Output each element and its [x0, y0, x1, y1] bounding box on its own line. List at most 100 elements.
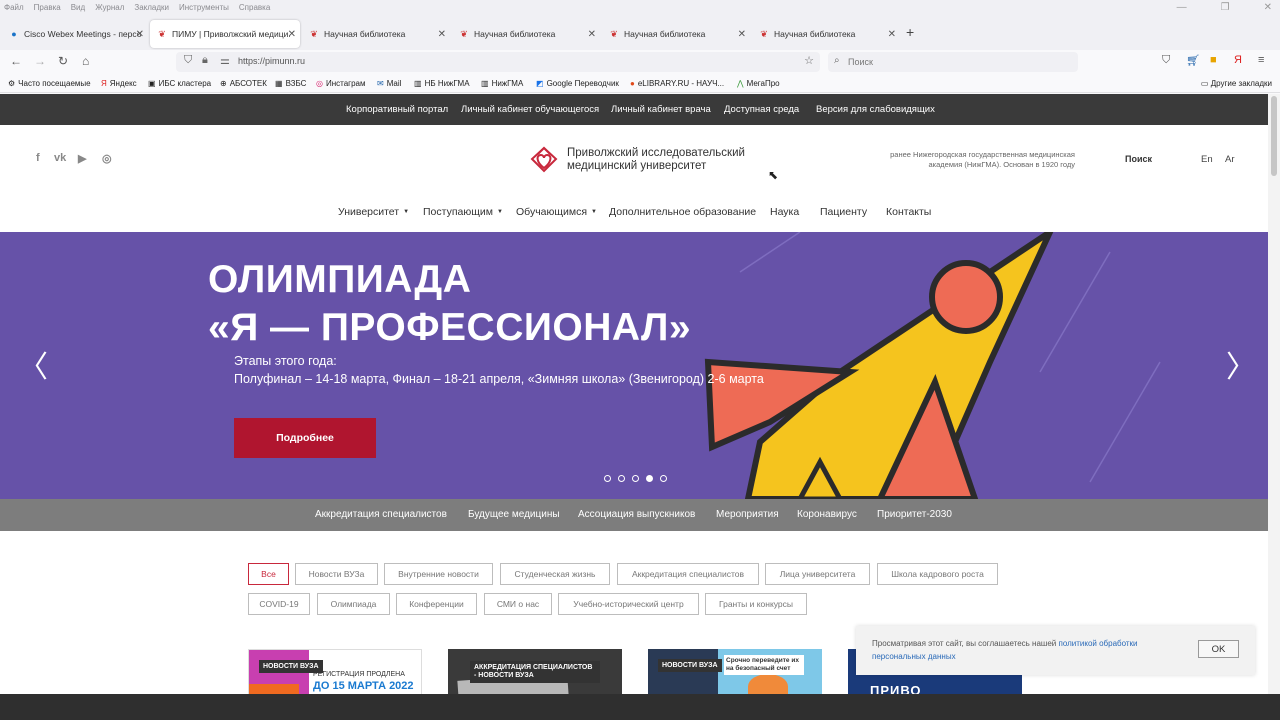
filter-university-news[interactable]: Новости ВУЗа	[295, 563, 378, 585]
nav-science[interactable]: Наука	[770, 206, 799, 218]
bookmark-vzbs[interactable]: ▦ ВЗБС	[275, 79, 306, 88]
search-input[interactable]: ⌕ Поиск	[828, 52, 1078, 72]
yandex-extension-icon[interactable]: Я	[1234, 54, 1242, 66]
forward-icon[interactable]: →	[34, 54, 46, 68]
nav-contacts[interactable]: Контакты	[886, 206, 931, 218]
link-future-medicine[interactable]: Будущее медицины	[468, 509, 560, 520]
menu-history[interactable]: Журнал	[95, 3, 124, 12]
bookmark-mail[interactable]: ✉ Mail	[377, 79, 401, 88]
bookmark-ibs[interactable]: ▣ ИБС кластера	[148, 79, 211, 88]
vk-icon[interactable]: vk	[54, 152, 66, 164]
menu-edit[interactable]: Правка	[34, 3, 61, 12]
news-card[interactable]: НОВОСТИ ВУЗА Срочно переведите их на без…	[648, 649, 822, 694]
filter-accreditation[interactable]: Аккредитация специалистов	[617, 563, 759, 585]
chevron-left-icon[interactable]: 〈	[18, 342, 48, 386]
home-icon[interactable]: ⌂	[82, 54, 89, 68]
bookmark-google-translate[interactable]: ◩ Google Переводчик	[536, 79, 619, 88]
nav-continuing-education[interactable]: Дополнительное образование	[609, 206, 756, 218]
filter-internal-news[interactable]: Внутренние новости	[384, 563, 493, 585]
filter-conferences[interactable]: Конференции	[396, 593, 477, 615]
slider-dot-4[interactable]	[646, 475, 653, 482]
header-search-link[interactable]: Поиск	[1125, 154, 1152, 164]
bookmark-nizhgma[interactable]: ▥ НижГМА	[481, 79, 523, 88]
filter-history-center[interactable]: Учебно-исторический центр	[558, 593, 699, 615]
link-accreditation[interactable]: Аккредитация специалистов	[315, 509, 447, 520]
bookmark-elibrary[interactable]: ● eLIBRARY.RU - НАУЧ...	[630, 79, 724, 88]
lang-ar[interactable]: Ar	[1225, 154, 1235, 165]
tab-library-4[interactable]: ❦ Научная библиотека ✕	[752, 20, 900, 48]
link-coronavirus[interactable]: Коронавирус	[797, 509, 857, 520]
cookie-ok-button[interactable]: OK	[1198, 640, 1239, 658]
maximize-icon[interactable]: ❐	[1221, 2, 1230, 13]
link-low-vision-version[interactable]: Версия для слабовидящих	[816, 104, 935, 115]
link-doctor-account[interactable]: Личный кабинет врача	[611, 104, 711, 115]
permissions-icon[interactable]: ⚌	[220, 54, 230, 67]
extension-icon[interactable]: ■	[1210, 54, 1217, 66]
link-priority-2030[interactable]: Приоритет-2030	[877, 509, 952, 520]
university-name[interactable]: Приволжский исследовательский медицински…	[567, 147, 745, 173]
back-icon[interactable]: ←	[10, 54, 22, 68]
bookmark-absotek[interactable]: ⊕ АБСОТЕК	[220, 79, 267, 88]
close-icon[interactable]: ✕	[438, 29, 446, 40]
filter-all[interactable]: Все	[248, 563, 289, 585]
news-card[interactable]: АККРЕДИТАЦИЯ СПЕЦИАЛИСТОВ - НОВОСТИ ВУЗА	[448, 649, 622, 694]
filter-university-faces[interactable]: Лица университета	[765, 563, 870, 585]
filter-covid[interactable]: COVID-19	[248, 593, 310, 615]
close-window-icon[interactable]: ✕	[1264, 2, 1272, 13]
filter-olympiad[interactable]: Олимпиада	[317, 593, 390, 615]
bookmark-other[interactable]: ▭ Другие закладки	[1201, 79, 1272, 88]
close-icon[interactable]: ✕	[136, 29, 144, 40]
tab-library-1[interactable]: ❦ Научная библиотека ✕	[302, 20, 450, 48]
link-events[interactable]: Мероприятия	[716, 509, 779, 520]
menu-help[interactable]: Справка	[239, 3, 270, 12]
tab-library-2[interactable]: ❦ Научная библиотека ✕	[452, 20, 600, 48]
new-tab-icon[interactable]: +	[906, 24, 914, 40]
nav-university[interactable]: Университет ▼	[338, 206, 409, 218]
scrollbar-thumb[interactable]	[1271, 96, 1277, 176]
nav-students[interactable]: Обучающимся ▼	[516, 206, 597, 218]
lock-icon[interactable]: 🔒︎	[202, 54, 208, 67]
link-student-account[interactable]: Личный кабинет обучающегося	[461, 104, 599, 115]
cart-icon[interactable]: 🛒︎	[1186, 54, 1200, 67]
more-button[interactable]: Подробнее	[234, 418, 376, 458]
bookmark-nb-nizhgma[interactable]: ▥ НБ НижГМА	[414, 79, 470, 88]
tab-library-3[interactable]: ❦ Научная библиотека ✕	[602, 20, 750, 48]
bookmark-instagram[interactable]: ◎ Инстаграм	[316, 79, 366, 88]
news-card[interactable]: НОВОСТИ ВУЗА РЕГИСТРАЦИЯ ПРОДЛЕНА ДО 15 …	[248, 649, 422, 694]
tab-webex[interactable]: ● Cisco Webex Meetings - персо... ✕	[2, 20, 148, 48]
bookmark-megapro[interactable]: ⋀ МегаПро	[737, 79, 780, 88]
youtube-icon[interactable]: ▶	[78, 152, 86, 165]
nav-applicants[interactable]: Поступающим ▼	[423, 206, 503, 218]
minimize-icon[interactable]: —	[1177, 2, 1187, 13]
bookmark-frequent[interactable]: ⚙ Часто посещаемые	[8, 79, 91, 88]
link-alumni[interactable]: Ассоциация выпускников	[578, 509, 695, 520]
close-icon[interactable]: ✕	[288, 29, 296, 40]
bookmark-yandex[interactable]: Я Яндекс	[101, 79, 137, 88]
address-bar[interactable]: ⛉ 🔒︎ ⚌ https://pimunn.ru ☆	[176, 52, 820, 72]
link-corporate-portal[interactable]: Корпоративный портал	[346, 104, 448, 115]
slider-dot-1[interactable]	[604, 475, 611, 482]
facebook-icon[interactable]: f	[36, 152, 40, 164]
url-text[interactable]: https://pimunn.ru	[238, 56, 305, 66]
close-icon[interactable]: ✕	[888, 29, 896, 40]
chevron-right-icon[interactable]: 〉	[1226, 342, 1256, 386]
instagram-icon[interactable]: ◎	[102, 152, 112, 165]
menu-bookmarks[interactable]: Закладки	[134, 3, 169, 12]
nav-patients[interactable]: Пациенту	[820, 206, 867, 218]
close-icon[interactable]: ✕	[738, 29, 746, 40]
filter-personnel-school[interactable]: Школа кадрового роста	[877, 563, 998, 585]
page-scrollbar[interactable]	[1268, 94, 1280, 694]
shield-icon[interactable]: ⛉	[184, 54, 192, 67]
menu-file[interactable]: Файл	[4, 3, 24, 12]
close-icon[interactable]: ✕	[588, 29, 596, 40]
slider-dot-3[interactable]	[632, 475, 639, 482]
university-logo-icon[interactable]	[528, 144, 560, 174]
filter-student-life[interactable]: Студенческая жизнь	[500, 563, 610, 585]
lang-en[interactable]: En	[1201, 154, 1213, 165]
filter-media[interactable]: СМИ о нас	[484, 593, 552, 615]
bookmark-star-icon[interactable]: ☆	[804, 54, 814, 67]
hamburger-menu-icon[interactable]: ≡	[1258, 54, 1264, 66]
link-accessible-environment[interactable]: Доступная среда	[724, 104, 799, 115]
pocket-icon[interactable]: ⛉	[1162, 54, 1170, 67]
filter-grants[interactable]: Гранты и конкурсы	[705, 593, 807, 615]
